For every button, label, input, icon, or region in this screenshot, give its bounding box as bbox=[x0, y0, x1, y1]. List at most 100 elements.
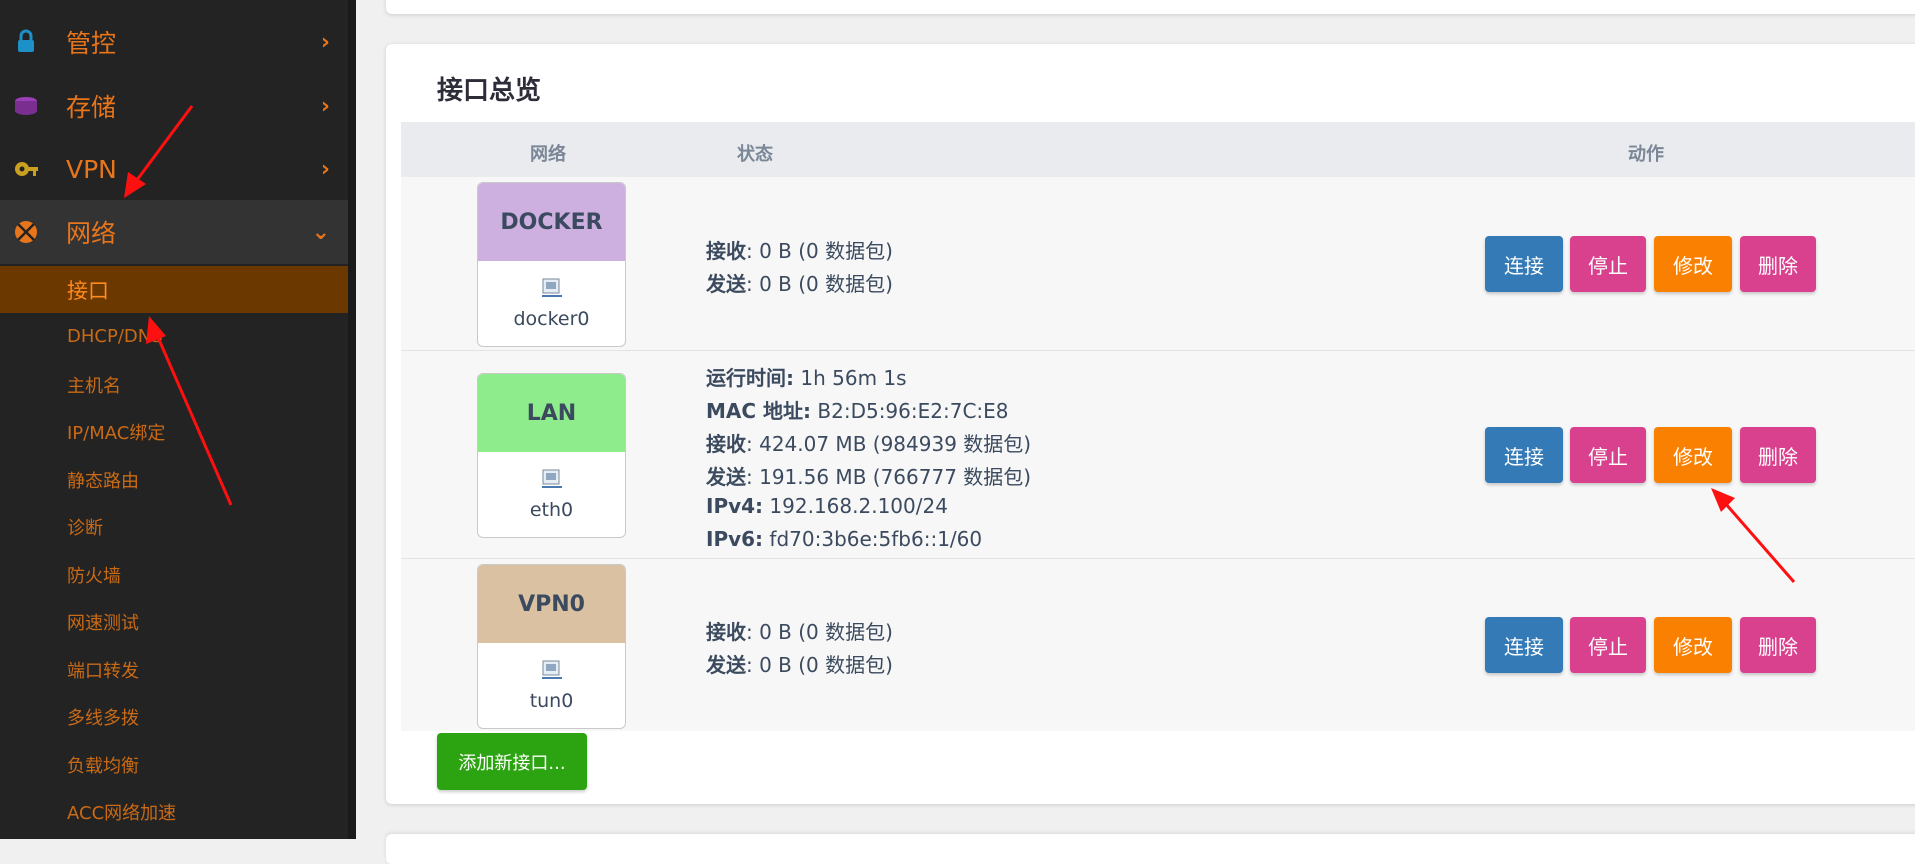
sidebar-item-network[interactable]: 网络 ⌄ bbox=[0, 200, 348, 264]
submenu-item-dhcp[interactable]: DHCP/DNS bbox=[0, 313, 348, 360]
sidebar-item-control[interactable]: 管控 › bbox=[0, 10, 348, 74]
previous-section-card bbox=[386, 0, 1915, 14]
status-label: 发送 bbox=[706, 653, 746, 677]
interface-badge: DOCKER docker0 bbox=[477, 182, 626, 347]
submenu-item-firewall[interactable]: 防火墙 bbox=[0, 551, 348, 598]
interface-badge: LAN eth0 bbox=[477, 373, 626, 538]
sidebar-item-label: 管控 bbox=[66, 29, 117, 58]
submenu-item-loadbalance[interactable]: 负载均衡 bbox=[0, 741, 348, 788]
column-header-actions: 动作 bbox=[1628, 144, 1664, 165]
interface-name: LAN bbox=[478, 374, 625, 452]
delete-button[interactable]: 删除 bbox=[1740, 427, 1816, 483]
submenu-item-routes[interactable]: 静态路由 bbox=[0, 456, 348, 503]
chevron-right-icon: › bbox=[320, 93, 330, 119]
lock-icon bbox=[12, 28, 40, 56]
status-tx: 发送: 191.56 MB (766777 数据包) bbox=[706, 461, 1031, 490]
stop-button[interactable]: 停止 bbox=[1570, 427, 1646, 483]
interface-badge: VPN0 tun0 bbox=[477, 564, 626, 729]
status-value: : 424.07 MB (984939 数据包) bbox=[746, 432, 1032, 456]
status-value: B2:D5:96:E2:7C:E8 bbox=[811, 399, 1009, 423]
stop-button[interactable]: 停止 bbox=[1570, 236, 1646, 292]
column-header-status: 状态 bbox=[737, 144, 773, 165]
sidebar: 管控 › 存储 › VPN › 网络 ⌄ 接口 DHCP/DNS 主机名 IP/… bbox=[0, 0, 348, 839]
status-mac: MAC 地址: B2:D5:96:E2:7C:E8 bbox=[706, 395, 1009, 424]
submenu-item-multiwan[interactable]: 多线多拨 bbox=[0, 693, 348, 740]
status-ipv6: IPv6: fd70:3b6e:5fb6::1/60 bbox=[706, 527, 982, 551]
disk-icon bbox=[12, 92, 40, 120]
status-label: 发送 bbox=[706, 465, 746, 489]
submenu-label: 负载均衡 bbox=[67, 755, 139, 777]
submenu-label: 端口转发 bbox=[67, 660, 139, 682]
submenu-item-acc[interactable]: ACC网络加速 bbox=[0, 788, 348, 835]
chevron-right-icon: › bbox=[320, 156, 330, 182]
table-header bbox=[401, 122, 1915, 177]
status-uptime: 运行时间: 1h 56m 1s bbox=[706, 362, 907, 391]
sidebar-item-label: VPN bbox=[66, 154, 117, 184]
interface-device: tun0 bbox=[529, 690, 574, 712]
submenu-label: ACC网络加速 bbox=[67, 802, 177, 824]
interface-name: VPN0 bbox=[478, 565, 625, 643]
delete-button[interactable]: 删除 bbox=[1740, 617, 1816, 673]
edit-button[interactable]: 修改 bbox=[1654, 617, 1732, 673]
network-icon bbox=[12, 218, 40, 246]
interface-device: docker0 bbox=[513, 308, 590, 330]
submenu-label: 主机名 bbox=[67, 375, 121, 397]
chevron-right-icon: › bbox=[320, 29, 330, 55]
interface-device: eth0 bbox=[529, 499, 574, 521]
delete-button[interactable]: 删除 bbox=[1740, 236, 1816, 292]
submenu-item-diagnostics[interactable]: 诊断 bbox=[0, 503, 348, 550]
status-label: IPv4: bbox=[706, 494, 764, 518]
status-ipv4: IPv4: 192.168.2.100/24 bbox=[706, 494, 948, 518]
status-rx: 接收: 0 B (0 数据包) bbox=[706, 616, 893, 645]
add-interface-button[interactable]: 添加新接口... bbox=[437, 733, 587, 790]
submenu-item-ipmac[interactable]: IP/MAC绑定 bbox=[0, 408, 348, 455]
status-value: : 191.56 MB (766777 数据包) bbox=[746, 465, 1032, 489]
column-header-network: 网络 bbox=[530, 144, 566, 165]
submenu-label: 网速测试 bbox=[67, 612, 139, 634]
connect-button[interactable]: 连接 bbox=[1485, 236, 1563, 292]
status-value: : 0 B (0 数据包) bbox=[746, 620, 893, 644]
submenu-label: DHCP/DNS bbox=[67, 326, 163, 347]
status-value: 192.168.2.100/24 bbox=[763, 494, 948, 518]
connect-button[interactable]: 连接 bbox=[1485, 617, 1563, 673]
sidebar-item-storage[interactable]: 存储 › bbox=[0, 74, 348, 138]
status-rx: 接收: 0 B (0 数据包) bbox=[706, 235, 893, 264]
status-tx: 发送: 0 B (0 数据包) bbox=[706, 649, 893, 678]
submenu-label: 静态路由 bbox=[67, 470, 139, 492]
submenu-label: IP/MAC绑定 bbox=[67, 422, 166, 444]
status-value: 1h 56m 1s bbox=[794, 366, 907, 390]
edit-button[interactable]: 修改 bbox=[1654, 427, 1732, 483]
submenu-item-speedtest[interactable]: 网速测试 bbox=[0, 598, 348, 645]
sidebar-divider bbox=[348, 0, 356, 839]
status-label: 运行时间: bbox=[706, 366, 794, 390]
key-icon bbox=[12, 155, 40, 183]
status-value: : 0 B (0 数据包) bbox=[746, 272, 893, 296]
status-value: : 0 B (0 数据包) bbox=[746, 239, 893, 263]
status-label: IPv6: bbox=[706, 527, 764, 551]
status-label: 发送 bbox=[706, 272, 746, 296]
submenu-label: 多线多拨 bbox=[67, 707, 139, 729]
status-value: fd70:3b6e:5fb6::1/60 bbox=[763, 527, 983, 551]
chevron-down-icon: ⌄ bbox=[311, 219, 330, 245]
ethernet-port-icon bbox=[478, 467, 625, 493]
status-label: 接收 bbox=[706, 432, 746, 456]
submenu-item-interfaces[interactable]: 接口 bbox=[0, 266, 348, 313]
stop-button[interactable]: 停止 bbox=[1570, 617, 1646, 673]
status-tx: 发送: 0 B (0 数据包) bbox=[706, 268, 893, 297]
status-value: : 0 B (0 数据包) bbox=[746, 653, 893, 677]
status-label: 接收 bbox=[706, 620, 746, 644]
sidebar-item-label: 网络 bbox=[66, 219, 117, 248]
page-title: 接口总览 bbox=[437, 76, 542, 106]
edit-button[interactable]: 修改 bbox=[1654, 236, 1732, 292]
connect-button[interactable]: 连接 bbox=[1485, 427, 1563, 483]
submenu-item-hostname[interactable]: 主机名 bbox=[0, 361, 348, 408]
submenu-label: 诊断 bbox=[67, 517, 103, 539]
submenu-item-portforward[interactable]: 端口转发 bbox=[0, 646, 348, 693]
sidebar-item-vpn[interactable]: VPN › bbox=[0, 137, 348, 201]
interface-name: DOCKER bbox=[478, 183, 625, 261]
status-label: 接收 bbox=[706, 239, 746, 263]
ethernet-port-icon bbox=[478, 658, 625, 684]
sidebar-item-label: 存储 bbox=[66, 93, 117, 122]
submenu-label: 接口 bbox=[67, 278, 109, 303]
ethernet-port-icon bbox=[478, 276, 625, 302]
